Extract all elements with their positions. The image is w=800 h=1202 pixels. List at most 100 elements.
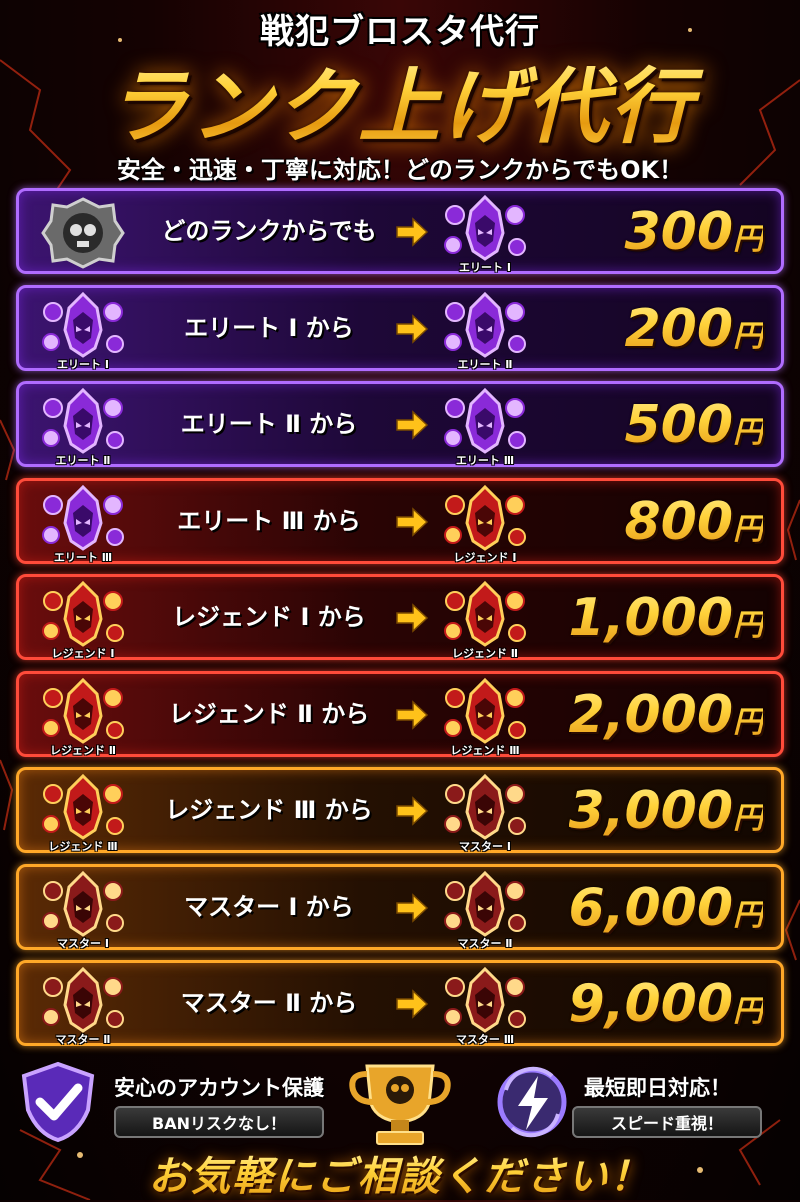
arrow-right-icon (395, 410, 429, 444)
to-rank-label: レジェンド Ⅲ (450, 743, 520, 757)
rank-range-text: レジェンド Ⅲ から (165, 796, 373, 824)
price-amount: 6,000 (568, 877, 733, 938)
from-rank-label: レジェンド Ⅰ (51, 647, 115, 660)
price-row: エリート Ⅱ エリート Ⅱ からエリート Ⅲ 500円 (16, 381, 784, 467)
price: 200円 (624, 288, 763, 368)
price-amount: 3,000 (568, 781, 733, 841)
header: 戦犯ブロスタ代行 ランク上げ代行 安全・迅速・丁寧に対応！どのランクからでもOK… (0, 0, 800, 190)
legend-rank-icon: レジェンド Ⅲ (439, 676, 531, 757)
elite-rank-icon: エリート Ⅲ (37, 483, 129, 564)
elite-rank-icon: エリート Ⅲ (439, 386, 531, 467)
rank-range-text: レジェンド Ⅱ から (168, 699, 370, 728)
arrow-right-icon (395, 217, 429, 251)
call-to-action: お気軽にご相談ください！ (0, 1144, 800, 1202)
arrow-right-icon (395, 796, 429, 830)
rank-range-text: エリート Ⅰ から (184, 313, 354, 342)
master-rank-icon: マスター Ⅱ (439, 869, 531, 950)
from-rank-label: レジェンド Ⅲ (48, 840, 118, 853)
price-unit: 円 (733, 994, 763, 1029)
price-row: レジェンド Ⅰ レジェンド Ⅰ からレジェンド Ⅱ 1,000円 (16, 574, 784, 660)
rank-range-text: マスター Ⅱ から (180, 989, 358, 1017)
price-row: エリート Ⅲ エリート Ⅲ からレジェンド Ⅰ 800円 (16, 477, 784, 564)
arrow-right-icon (395, 313, 429, 348)
price-list: どのランクからでも エリート Ⅰ 300円 エリート Ⅰ エリート Ⅰ から エリート Ⅱ… (16, 188, 784, 1057)
to-rank-label: エリート Ⅲ (455, 454, 515, 467)
to-rank-label: エリート Ⅰ (459, 261, 511, 274)
from-rank-label: レジェンド Ⅱ (49, 743, 117, 757)
from-rank-label: エリート Ⅱ (55, 454, 111, 467)
price-row: マスター Ⅰ マスター Ⅰ から マスター Ⅱ 6,000円 (16, 863, 784, 950)
price-row: レジェンド Ⅲ レジェンド Ⅲ からマスター Ⅰ 3,000円 (16, 767, 784, 853)
price-amount: 500 (624, 395, 733, 455)
trophy-skull-icon (349, 1064, 451, 1145)
master-rank-icon: マスター Ⅰ (37, 869, 129, 950)
lightning-refresh-icon (497, 1066, 567, 1138)
price-row: どのランクからでもエリート Ⅰ 300円 (16, 188, 784, 274)
master-rank-icon: マスター Ⅱ (37, 965, 129, 1046)
feature-right-pill: スピード重視！ (572, 1106, 762, 1138)
rank-range-text: マスター Ⅰ から (184, 892, 354, 921)
price: 500円 (624, 384, 763, 464)
feature-left-title: 安心のアカウント保護 (114, 1076, 324, 1100)
from-rank-label: マスター Ⅱ (55, 1033, 111, 1046)
rank-range-text: レジェンド Ⅰ から (172, 603, 366, 631)
legend-rank-icon: レジェンド Ⅱ (37, 676, 129, 757)
price-amount: 300 (624, 202, 733, 262)
rank-range-text: エリート Ⅱ から (180, 410, 358, 438)
feature-left-pill: BANリスクなし！ (114, 1106, 324, 1138)
arrow-right-icon (395, 699, 429, 734)
price-amount: 800 (624, 491, 733, 552)
legend-rank-icon: レジェンド Ⅲ (37, 772, 129, 853)
price-unit: 円 (733, 801, 763, 836)
price-row: レジェンド Ⅱ レジェンド Ⅱ からレジェンド Ⅲ 2,000円 (16, 670, 784, 757)
arrow-right-icon (395, 603, 429, 637)
price: 6,000円 (569, 867, 763, 947)
to-rank-label: レジェンド Ⅰ (453, 550, 517, 564)
price: 300円 (624, 191, 763, 271)
from-rank-label: マスター Ⅰ (57, 936, 109, 950)
legend-rank-icon: レジェンド Ⅰ (37, 579, 129, 660)
legend-rank-icon: レジェンド Ⅱ (439, 579, 531, 660)
to-rank-label: マスター Ⅰ (459, 840, 511, 853)
price-unit: 円 (733, 222, 763, 257)
arrow-right-icon (395, 989, 429, 1023)
price: 3,000円 (569, 770, 763, 850)
price: 2,000円 (569, 674, 763, 754)
elite-rank-icon: エリート Ⅰ (37, 290, 129, 371)
price: 9,000円 (569, 963, 763, 1043)
shield-check-icon (21, 1061, 95, 1143)
price-row: マスター Ⅱ マスター Ⅱ からマスター Ⅲ 9,000円 (16, 960, 784, 1046)
elite-rank-icon: エリート Ⅱ (439, 290, 531, 371)
price-amount: 9,000 (568, 974, 733, 1034)
rank-range-text: どのランクからでも (161, 217, 377, 245)
arrow-right-icon (395, 892, 429, 927)
price-unit: 円 (733, 318, 763, 354)
price-amount: 2,000 (568, 684, 733, 745)
price-unit: 円 (733, 511, 763, 547)
price-amount: 200 (624, 298, 733, 359)
to-rank-label: レジェンド Ⅱ (451, 647, 519, 660)
arrow-right-icon (395, 506, 429, 541)
master-rank-icon: マスター Ⅲ (439, 965, 531, 1046)
to-rank-label: エリート Ⅱ (457, 357, 513, 371)
price-amount: 1,000 (568, 588, 733, 648)
price: 1,000円 (569, 577, 763, 657)
price-row: エリート Ⅰ エリート Ⅰ からエリート Ⅱ 200円 (16, 284, 784, 371)
from-rank-label: エリート Ⅲ (53, 550, 113, 564)
rank-range-text: エリート Ⅲ から (177, 506, 361, 535)
price-unit: 円 (733, 608, 763, 643)
skull-rank-icon (37, 193, 129, 273)
feature-right-title: 最短即日対応！ (584, 1076, 731, 1100)
price-unit: 円 (733, 415, 763, 450)
header-tagline: 安全・迅速・丁寧に対応！どのランクからでもOK！ (116, 156, 684, 184)
price-unit: 円 (733, 704, 763, 740)
footer: 安心のアカウント保護 BANリスクなし！ 最短即日対応！ スピード重視！ お気軽… (0, 1052, 800, 1200)
to-rank-label: マスター Ⅲ (455, 1033, 515, 1046)
elite-rank-icon: エリート Ⅱ (37, 386, 129, 467)
price: 800円 (624, 481, 763, 561)
legend-rank-icon: レジェンド Ⅰ (439, 483, 531, 564)
from-rank-label: エリート Ⅰ (57, 357, 109, 371)
page-title: ランク上げ代行 (0, 40, 800, 159)
price-unit: 円 (733, 897, 763, 933)
elite-rank-icon: エリート Ⅰ (439, 193, 531, 274)
